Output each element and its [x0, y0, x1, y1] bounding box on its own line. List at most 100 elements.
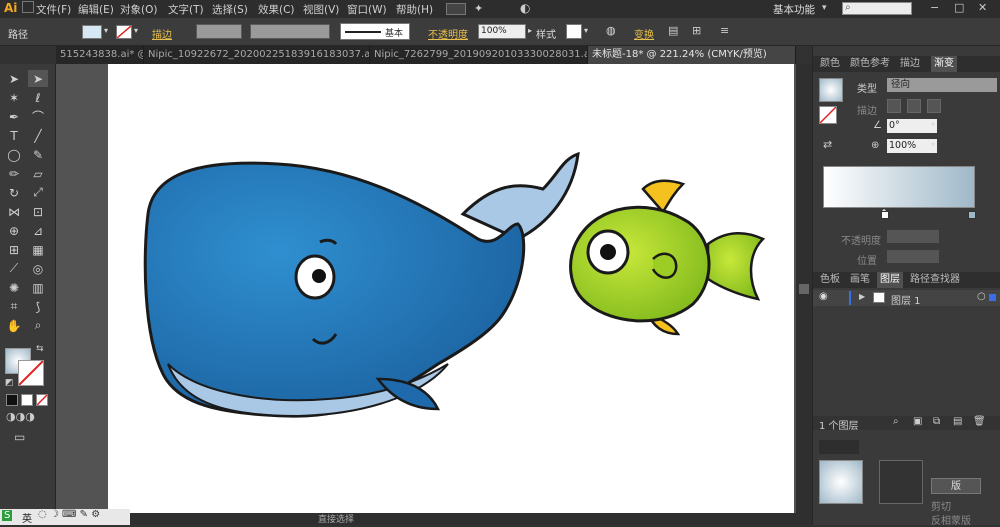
aspect-ratio-input[interactable]: 100% — [887, 139, 937, 153]
draw-mode-icon[interactable]: ◑◑◑ — [6, 410, 35, 423]
gpu-icon[interactable]: ◐ — [520, 1, 530, 15]
menu-file[interactable]: 文件(F) — [36, 2, 71, 17]
rotate-tool-icon[interactable]: ↻ — [4, 184, 24, 201]
artwork[interactable] — [108, 64, 794, 513]
selection-tool-icon[interactable]: ➤ — [4, 70, 24, 87]
ime-logo-icon[interactable]: S — [2, 510, 13, 521]
eraser-tool-icon[interactable]: ▱ — [28, 165, 48, 182]
gradient-slider[interactable] — [823, 166, 975, 208]
vertical-scrollbar[interactable] — [796, 64, 812, 525]
stop-opacity-input[interactable] — [887, 230, 939, 243]
menu-view[interactable]: 视图(V) — [303, 2, 339, 17]
layer-name[interactable]: 图层 1 — [891, 292, 921, 307]
arrange-icon[interactable] — [446, 3, 466, 15]
bridge-icon[interactable] — [22, 1, 34, 13]
stroke-weight-dropdown[interactable] — [196, 24, 242, 39]
tab-swatches[interactable]: 色板 — [817, 272, 843, 288]
lasso-tool-icon[interactable]: ℓ — [28, 89, 48, 106]
type-dropdown[interactable]: 径向 — [887, 78, 997, 92]
scroll-thumb[interactable] — [799, 284, 809, 294]
swap-colors-icon[interactable]: ⇆ — [36, 344, 44, 354]
style-swatch[interactable] — [566, 24, 582, 39]
perspective-grid-tool-icon[interactable]: ⊿ — [28, 222, 48, 239]
fill-swatch[interactable] — [82, 25, 102, 39]
tab-document-2[interactable]: Nipic_10922672_20200225183916183037.ai* … — [144, 46, 370, 64]
opacity-mask-thumbnail[interactable] — [819, 460, 863, 504]
default-colors-icon[interactable]: ◩ — [5, 378, 14, 388]
tab-document-active[interactable]: 未标题-18* @ 221.24% (CMYK/预览) — [588, 46, 796, 64]
clipping-mask-icon[interactable]: ▣ — [913, 416, 922, 427]
target-icon[interactable]: ○ — [977, 291, 986, 302]
sync-icon[interactable]: ✦ — [474, 2, 483, 15]
menu-select[interactable]: 选择(S) — [212, 2, 248, 17]
horizontal-scrollbar[interactable]: 直接选择 — [130, 513, 796, 525]
ime-language[interactable]: 英 — [22, 510, 32, 525]
chevron-down-icon[interactable]: ▾ — [931, 120, 935, 129]
chevron-right-icon[interactable]: ▸ — [528, 26, 532, 35]
variable-width-dropdown[interactable] — [250, 24, 330, 39]
new-sublayer-icon[interactable]: ⧉ — [933, 416, 940, 427]
screen-mode-icon[interactable]: ▭ — [14, 430, 25, 444]
gradient-thumbnail[interactable] — [819, 78, 843, 102]
chevron-down-icon[interactable]: ▾ — [134, 26, 138, 35]
tab-color-guide[interactable]: 颜色参考 — [847, 56, 893, 72]
close-button[interactable]: ✕ — [978, 1, 987, 14]
menu-window[interactable]: 窗口(W) — [347, 2, 387, 17]
chevron-down-icon[interactable]: ▾ — [931, 140, 935, 149]
menu-effect[interactable]: 效果(C) — [258, 2, 295, 17]
tab-document-1[interactable]: 515243838.ai* @... — [56, 46, 144, 64]
delete-layer-icon[interactable]: 🗑 — [973, 416, 986, 427]
stroke-along-icon[interactable] — [907, 99, 921, 113]
tab-layers[interactable]: 图层 — [877, 272, 903, 288]
gradient-stop-left[interactable] — [881, 211, 889, 219]
fill-stroke-toggle[interactable] — [819, 106, 837, 124]
chevron-down-icon[interactable]: ▾ — [104, 26, 108, 35]
paintbrush-tool-icon[interactable]: ✎ — [28, 146, 48, 163]
clip-checkbox[interactable]: 剪切 — [931, 498, 951, 513]
stroke-across-icon[interactable] — [927, 99, 941, 113]
tab-document-3[interactable]: Nipic_7262799_20190920103330028031.ai* @… — [370, 46, 588, 64]
brush-definition[interactable]: 基本 — [340, 23, 410, 40]
visibility-eye-icon[interactable]: ◉ — [819, 291, 828, 302]
opacity-label[interactable]: 不透明度 — [428, 26, 468, 41]
workspace-switcher[interactable]: 基本功能 — [773, 2, 815, 17]
isolate-icon[interactable]: ⊞ — [692, 24, 701, 37]
stroke-color-box[interactable] — [18, 360, 44, 386]
hand-tool-icon[interactable]: ✋ — [4, 317, 24, 334]
layer-row[interactable]: ◉ ▶ 图层 1 ○ — [813, 290, 1000, 307]
line-tool-icon[interactable]: ╱ — [28, 127, 48, 144]
blend-tool-icon[interactable]: ◎ — [28, 260, 48, 277]
width-tool-icon[interactable]: ⋈ — [4, 203, 24, 220]
reverse-gradient-icon[interactable]: ⇄ — [823, 138, 832, 151]
maximize-button[interactable]: □ — [954, 1, 964, 14]
color-mode-button[interactable] — [6, 394, 18, 406]
symbol-sprayer-tool-icon[interactable]: ✺ — [4, 279, 24, 296]
angle-input[interactable]: 0° — [887, 119, 937, 133]
tab-pathfinder[interactable]: 路径查找器 — [907, 272, 963, 288]
transform-label[interactable]: 变换 — [634, 26, 654, 41]
ime-punctuation-icon[interactable]: ◌ ☽ ⌨ ✎ ⚙ — [38, 509, 100, 520]
artboard-tool-icon[interactable]: ⌗ — [4, 298, 24, 315]
ellipse-tool-icon[interactable]: ◯ — [4, 146, 24, 163]
none-mode-button[interactable] — [36, 394, 48, 406]
recolor-icon[interactable]: ◍ — [606, 24, 616, 37]
locate-object-icon[interactable]: ⌕ — [893, 416, 899, 427]
zoom-tool-icon[interactable]: ⌕ — [28, 317, 48, 334]
tab-color[interactable]: 颜色 — [817, 56, 843, 72]
pencil-tool-icon[interactable]: ✏ — [4, 165, 24, 182]
slice-tool-icon[interactable]: ⟆ — [28, 298, 48, 315]
tab-gradient[interactable]: 渐变 — [931, 56, 957, 72]
opacity-input[interactable]: 100% — [478, 24, 526, 39]
menu-icon[interactable]: ≡ — [720, 24, 729, 37]
column-graph-tool-icon[interactable]: ▥ — [28, 279, 48, 296]
artboard[interactable] — [108, 64, 794, 513]
menu-help[interactable]: 帮助(H) — [396, 2, 433, 17]
shape-builder-tool-icon[interactable]: ⊕ — [4, 222, 24, 239]
magic-wand-tool-icon[interactable]: ✶ — [4, 89, 24, 106]
stop-location-input[interactable] — [887, 250, 939, 263]
chevron-down-icon[interactable]: ▾ — [584, 26, 588, 35]
type-tool-icon[interactable]: T — [4, 127, 24, 144]
mask-thumbnail-empty[interactable] — [879, 460, 923, 504]
selection-indicator[interactable] — [989, 294, 996, 301]
pen-tool-icon[interactable]: ✒ — [4, 108, 24, 125]
